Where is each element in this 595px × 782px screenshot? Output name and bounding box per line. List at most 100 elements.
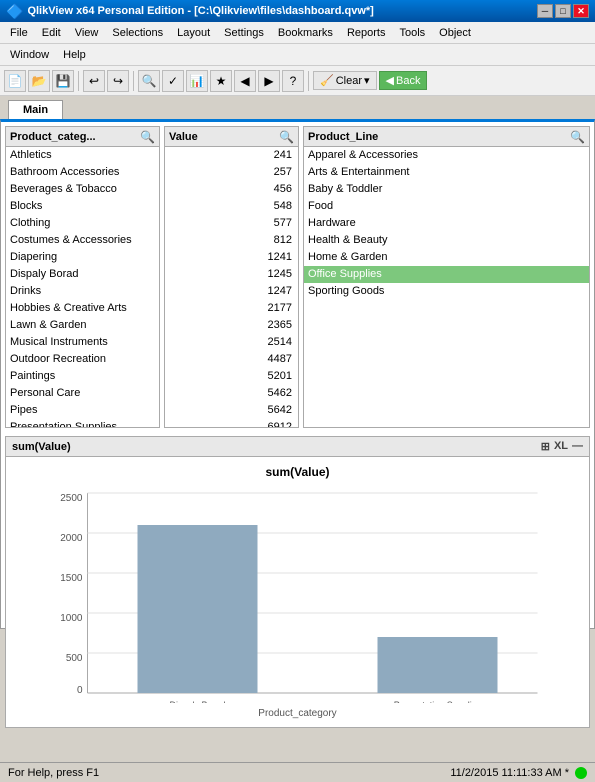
list-item[interactable]: 1247 [165,283,298,300]
list-item[interactable]: 5201 [165,368,298,385]
listbox-product-line-search-icon[interactable]: 🔍 [570,130,585,144]
toolbar-check[interactable]: ✓ [162,70,184,92]
menu-bookmarks[interactable]: Bookmarks [272,25,339,41]
toolbar-star[interactable]: ★ [210,70,232,92]
list-item[interactable]: Presentation Supplies [6,419,159,427]
menu-view[interactable]: View [69,25,105,41]
list-item[interactable]: Clothing [6,215,159,232]
title-bar-left: 🔷 QlikView x64 Personal Edition - [C:\Ql… [6,3,374,20]
chart-minimize-icon[interactable]: — [572,440,583,453]
menu-object[interactable]: Object [433,25,477,41]
list-item[interactable]: 4487 [165,351,298,368]
toolbar-sep-1 [78,71,79,91]
eraser-icon: 🧹 [320,74,334,87]
list-item[interactable]: Paintings [6,368,159,385]
list-item[interactable]: Costumes & Accessories [6,232,159,249]
chart-xl-icon[interactable]: XL [554,440,568,453]
listbox-product-category-body[interactable]: AthleticsBathroom AccessoriesBeverages &… [6,147,159,427]
list-item[interactable]: Blocks [6,198,159,215]
tab-area: Main [0,96,595,119]
list-item[interactable]: 456 [165,181,298,198]
menu-window[interactable]: Window [4,47,55,63]
close-button[interactable]: ✕ [573,4,589,18]
list-item[interactable]: Dispaly Borad [6,266,159,283]
list-item[interactable]: Pipes [6,402,159,419]
toolbar-new[interactable]: 📄 [4,70,26,92]
list-item[interactable]: Sporting Goods [304,283,589,300]
list-item[interactable]: 5642 [165,402,298,419]
list-item[interactable]: 812 [165,232,298,249]
toolbar-question[interactable]: ? [282,70,304,92]
menu-edit[interactable]: Edit [36,25,67,41]
toolbar-forward[interactable]: ▶ [258,70,280,92]
chart-header: sum(Value) ⊞ XL — [6,437,589,457]
status-bar: For Help, press F1 11/2/2015 11:11:33 AM… [0,762,595,782]
menu-tools[interactable]: Tools [393,25,431,41]
list-item[interactable]: Food [304,198,589,215]
chart-body: sum(Value) 2500 2000 1500 1000 500 0 [6,457,589,727]
list-item[interactable]: 5462 [165,385,298,402]
list-item[interactable]: 241 [165,147,298,164]
bar-dispaly-borad[interactable] [138,525,258,693]
listbox-product-category-search-icon[interactable]: 🔍 [140,130,155,144]
list-item[interactable]: 2365 [165,317,298,334]
tab-main[interactable]: Main [8,100,63,119]
list-item[interactable]: 2514 [165,334,298,351]
list-item[interactable]: Diapering [6,249,159,266]
list-item[interactable]: Apparel & Accessories [304,147,589,164]
chart-title: sum(Value) [14,465,581,479]
svg-text:2000: 2000 [60,533,83,544]
list-item[interactable]: 1245 [165,266,298,283]
list-item[interactable]: Drinks [6,283,159,300]
bar-presentation-supplies[interactable] [378,637,498,693]
list-item[interactable]: 577 [165,215,298,232]
menu-settings[interactable]: Settings [218,25,270,41]
toolbar-open[interactable]: 📂 [28,70,50,92]
clear-button[interactable]: 🧹 Clear ▾ [313,71,377,90]
list-item[interactable]: Hobbies & Creative Arts [6,300,159,317]
listbox-value-body[interactable]: 2412574565485778121241124512472177236525… [165,147,298,427]
toolbar-search[interactable]: 🔍 [138,70,160,92]
svg-text:500: 500 [66,653,83,664]
menu-help[interactable]: Help [57,47,92,63]
toolbar-undo[interactable]: ↩ [83,70,105,92]
chart-grid-icon[interactable]: ⊞ [541,440,550,453]
menu-reports[interactable]: Reports [341,25,392,41]
toolbar: 📄 📂 💾 ↩ ↪ 🔍 ✓ 📊 ★ ◀ ▶ ? 🧹 Clear ▾ ◀ Back [0,66,595,96]
list-item[interactable]: Home & Garden [304,249,589,266]
menu-selections[interactable]: Selections [106,25,169,41]
list-item[interactable]: Outdoor Recreation [6,351,159,368]
list-item[interactable]: 2177 [165,300,298,317]
list-item[interactable]: 6912 [165,419,298,427]
datetime-text: 11/2/2015 11:11:33 AM * [450,767,569,779]
svg-text:2500: 2500 [60,493,83,504]
list-item[interactable]: Beverages & Tobacco [6,181,159,198]
maximize-button[interactable]: □ [555,4,571,18]
list-item[interactable]: Lawn & Garden [6,317,159,334]
list-item[interactable]: Health & Beauty [304,232,589,249]
listbox-product-line-body[interactable]: Apparel & AccessoriesArts & Entertainmen… [304,147,589,427]
toolbar-save[interactable]: 💾 [52,70,74,92]
toolbar-arrow[interactable]: ◀ [234,70,256,92]
list-item[interactable]: Athletics [6,147,159,164]
menu-layout[interactable]: Layout [171,25,216,41]
list-item[interactable]: Musical Instruments [6,334,159,351]
toolbar-chart[interactable]: 📊 [186,70,208,92]
list-item[interactable]: 548 [165,198,298,215]
svg-text:Presentation Supplies: Presentation Supplies [394,700,482,703]
list-item[interactable]: Office Supplies [304,266,589,283]
listbox-product-line-header: Product_Line 🔍 [304,127,589,147]
chart-header-label: sum(Value) [12,441,71,453]
list-item[interactable]: Arts & Entertainment [304,164,589,181]
list-item[interactable]: 257 [165,164,298,181]
list-item[interactable]: Baby & Toddler [304,181,589,198]
listbox-value-search-icon[interactable]: 🔍 [279,130,294,144]
list-item[interactable]: 1241 [165,249,298,266]
list-item[interactable]: Personal Care [6,385,159,402]
toolbar-redo[interactable]: ↪ [107,70,129,92]
menu-file[interactable]: File [4,25,34,41]
back-button[interactable]: ◀ Back [379,71,428,90]
list-item[interactable]: Hardware [304,215,589,232]
minimize-button[interactable]: ─ [537,4,553,18]
list-item[interactable]: Bathroom Accessories [6,164,159,181]
